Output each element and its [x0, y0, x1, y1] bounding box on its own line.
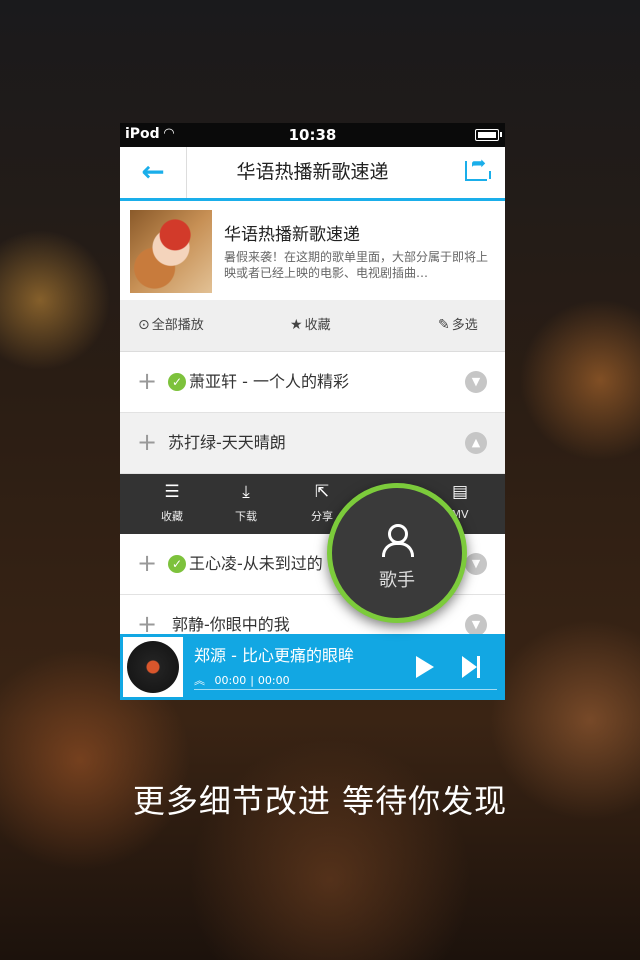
- singer-label: 歌手: [379, 570, 415, 591]
- download-icon: ⤓: [242, 482, 250, 502]
- progress-track[interactable]: [194, 689, 497, 690]
- status-time: 10:38: [288, 126, 337, 144]
- toolbar-favorite-label: 收藏: [161, 510, 183, 523]
- add-icon[interactable]: +: [137, 534, 157, 592]
- song-name: 王心凌-从未到过的: [189, 554, 323, 573]
- album-description: 暑假来袭！在这期的歌单里面，大部分属于即将上映或者已经上映的电影、电视剧插曲…: [224, 250, 489, 280]
- song-row[interactable]: + 苏打绿-天天晴朗 ▲: [120, 413, 505, 474]
- time-separator: |: [250, 674, 254, 687]
- album-title: 华语热播新歌速递: [224, 225, 360, 245]
- favorite-button[interactable]: ★ 收藏: [290, 300, 331, 351]
- now-playing-bar[interactable]: 郑源 - 比心更痛的眼眸 ︽ 00:00 | 00:00: [120, 634, 505, 700]
- back-button[interactable]: ←: [120, 147, 187, 198]
- person-icon: [382, 524, 414, 558]
- chevron-down-icon[interactable]: ▼: [465, 553, 487, 575]
- album-cover-image[interactable]: [130, 210, 212, 293]
- nav-bar: ← 华语热播新歌速递: [120, 147, 505, 201]
- singer-button[interactable]: 歌手: [327, 483, 467, 623]
- toolbar-favorite-button[interactable]: ☰ 收藏: [142, 474, 202, 524]
- song-name: 萧亚轩 - 一个人的精彩: [189, 372, 349, 391]
- favorite-label: 收藏: [304, 318, 331, 333]
- add-icon[interactable]: +: [137, 352, 157, 410]
- battery-icon: [475, 129, 502, 141]
- next-track-icon[interactable]: [462, 656, 480, 678]
- downloaded-check-icon: ✓: [168, 555, 186, 573]
- now-playing-title: 郑源 - 比心更痛的眼眸: [194, 646, 354, 665]
- current-time: 00:00: [214, 674, 247, 687]
- chevron-down-icon[interactable]: ▼: [465, 371, 487, 393]
- play-icon[interactable]: [416, 656, 434, 678]
- chevron-down-icon[interactable]: ▼: [465, 614, 487, 636]
- song-row[interactable]: + ✓ 萧亚轩 - 一个人的精彩 ▼: [120, 352, 505, 413]
- expand-icon[interactable]: ︽: [194, 674, 205, 687]
- downloaded-check-icon: ✓: [168, 373, 186, 391]
- total-time: 00:00: [257, 674, 290, 687]
- play-circle-icon: ⊙: [138, 317, 150, 333]
- vinyl-disc-icon[interactable]: [123, 637, 183, 697]
- playback-time: ︽ 00:00 | 00:00: [194, 672, 290, 688]
- share-icon[interactable]: [465, 153, 491, 181]
- song-name: 苏打绿-天天晴朗: [168, 433, 286, 452]
- play-all-button[interactable]: ⊙ 全部播放: [138, 300, 204, 351]
- promo-caption: 更多细节改进 等待你发现: [132, 782, 508, 820]
- play-all-label: 全部播放: [151, 318, 204, 333]
- share-icon: ⇱: [314, 482, 330, 502]
- page-title: 华语热播新歌速递: [236, 161, 389, 183]
- action-bar: ⊙ 全部播放 ★ 收藏 ✎ 多选: [120, 300, 505, 352]
- star-icon: ★: [290, 317, 303, 333]
- toolbar-download-label: 下载: [235, 510, 257, 523]
- multi-select-label: 多选: [451, 318, 478, 333]
- add-to-list-icon: ☰: [164, 482, 180, 502]
- toolbar-download-button[interactable]: ⤓ 下载: [216, 474, 276, 524]
- chevron-up-icon[interactable]: ▲: [465, 432, 487, 454]
- pencil-icon: ✎: [438, 317, 450, 333]
- arrow-left-icon: ←: [141, 155, 165, 188]
- status-bar: iPod ◠ 10:38: [120, 123, 505, 147]
- multi-select-button[interactable]: ✎ 多选: [438, 300, 478, 351]
- album-header: 华语热播新歌速递 暑假来袭！在这期的歌单里面，大部分属于即将上映或者已经上映的电…: [120, 201, 505, 300]
- phone-screen: iPod ◠ 10:38 ← 华语热播新歌速递 华语热播新歌速递 暑假来袭！在这…: [120, 123, 505, 700]
- add-icon[interactable]: +: [137, 413, 157, 471]
